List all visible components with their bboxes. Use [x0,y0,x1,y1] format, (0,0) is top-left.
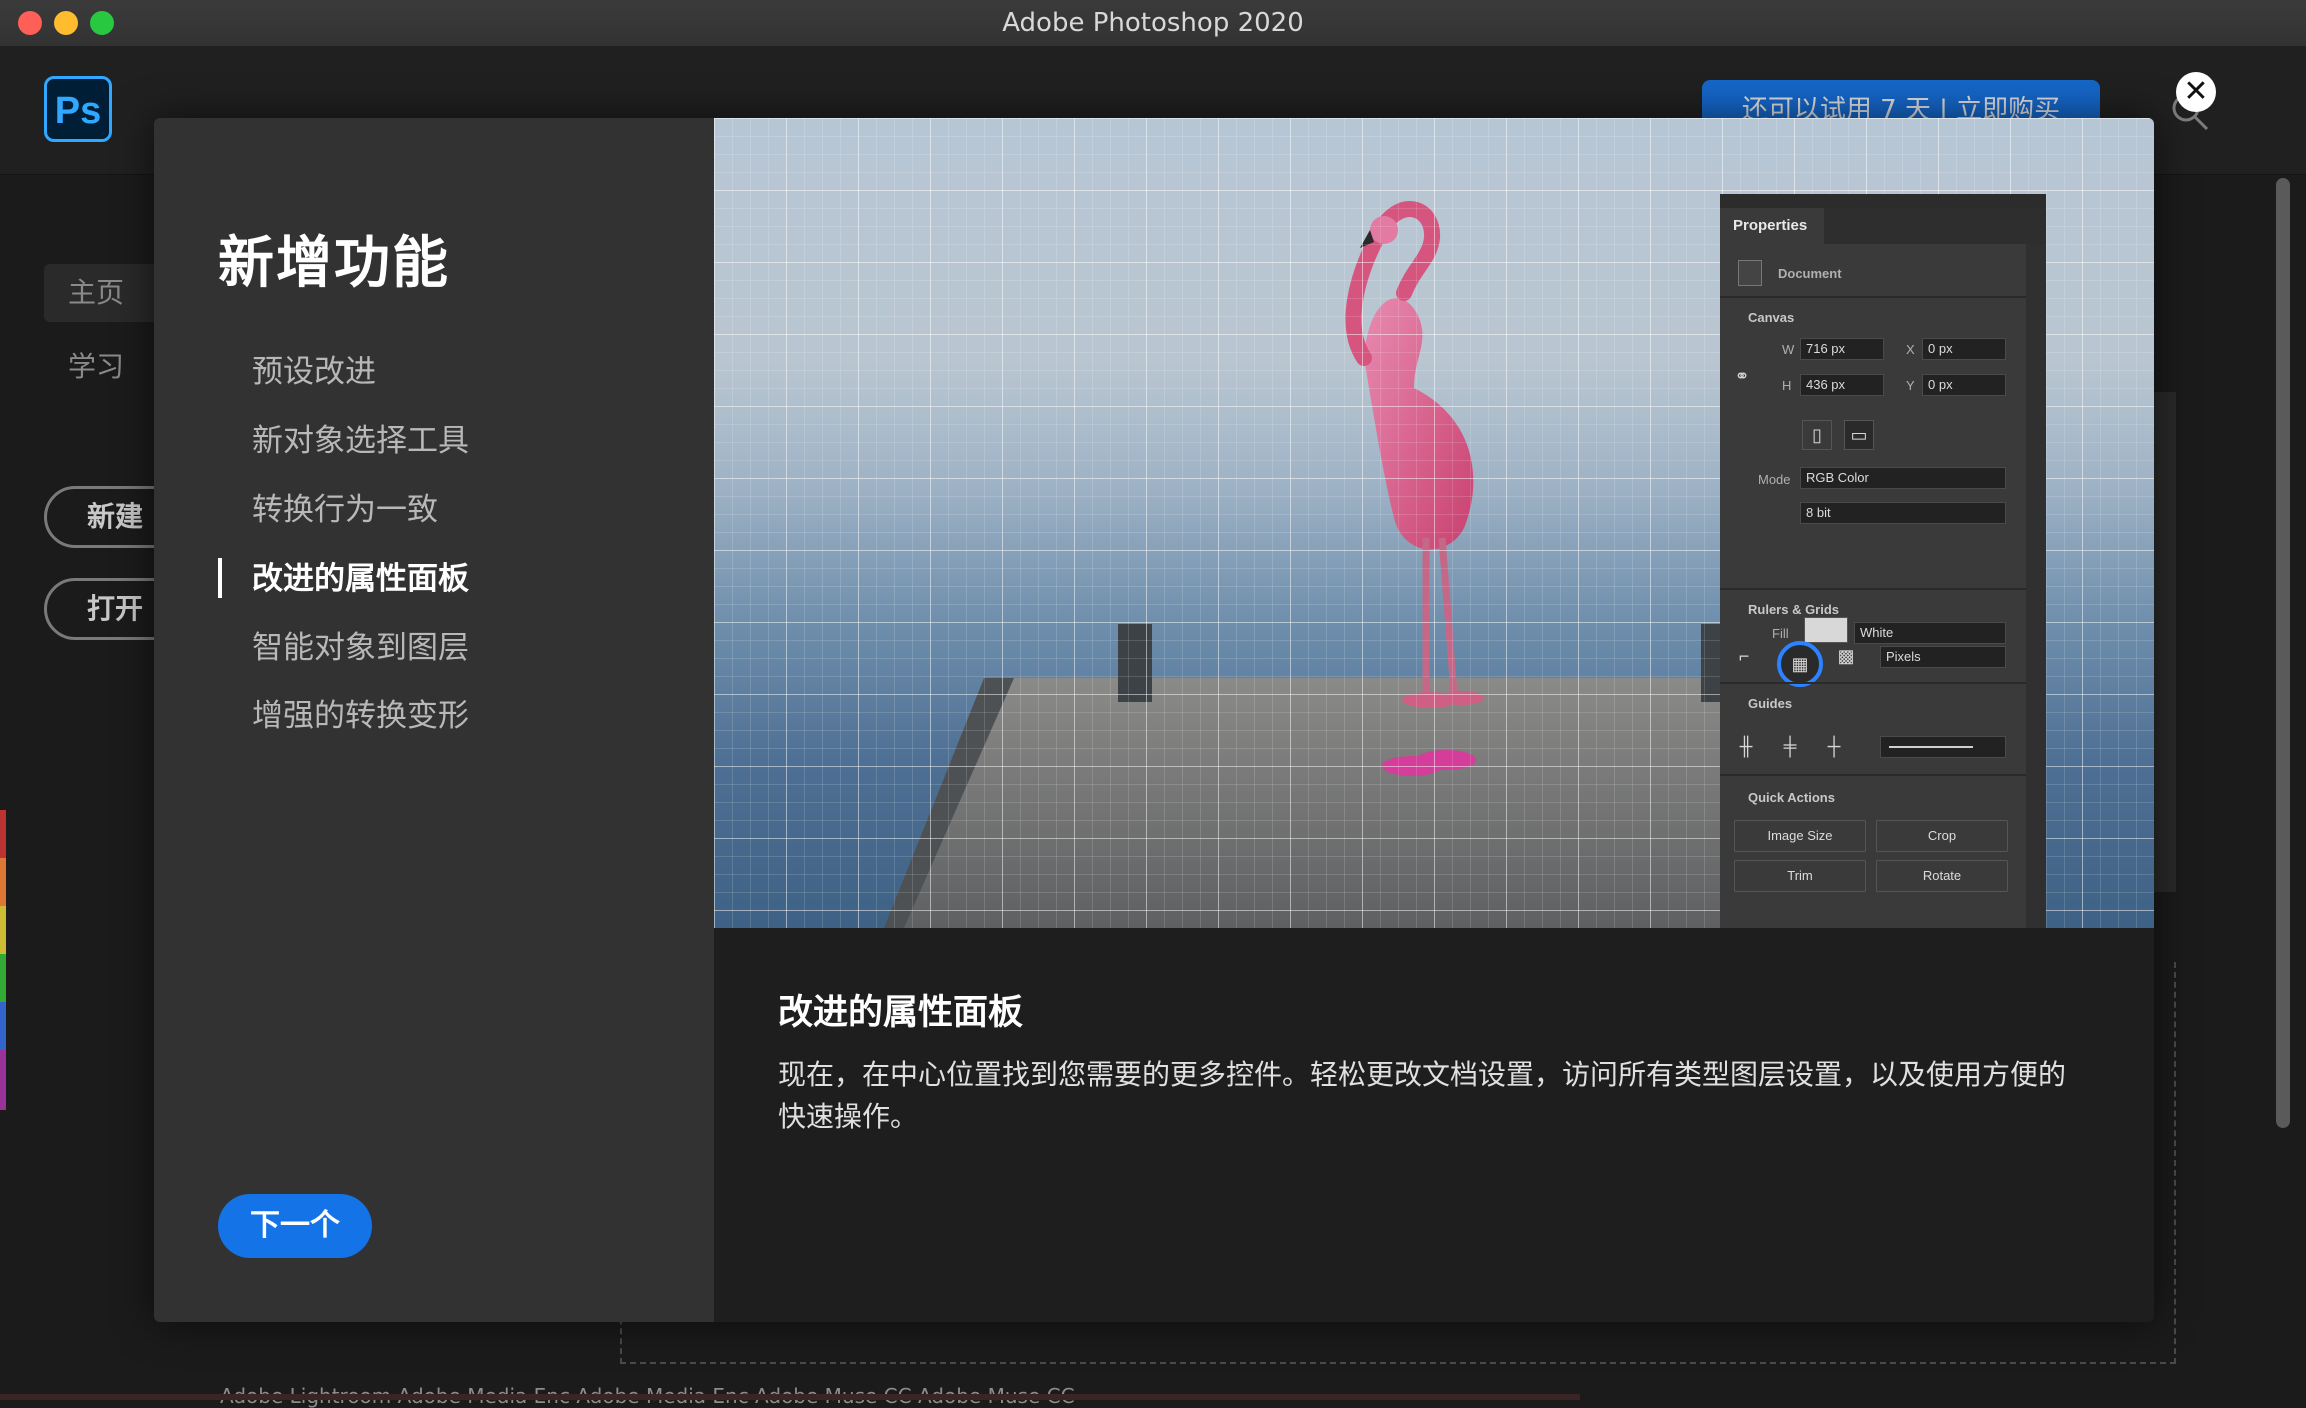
rotate-button: Rotate [1876,860,2008,892]
fill-select: White [1854,622,2006,644]
x-field: 0 px [1922,338,2006,360]
sidebar-item-learn[interactable]: 学习 [44,338,164,396]
guide-style-select [1880,736,2006,758]
next-button[interactable]: 下一个 [218,1194,372,1258]
guide-layout-icon: ┼ [1827,736,1841,756]
footer-strip [0,1394,1580,1400]
feature-item-object-selection[interactable]: 新对象选择工具 [252,415,469,460]
link-icon: ⚭ [1734,366,1750,386]
properties-panel-preview: Properties Document Canvas ⚭ W 716 px X … [1720,194,2046,928]
feature-item-properties-panel[interactable]: 改进的属性面板 [252,553,469,598]
portrait-icon: ▯ [1802,420,1832,450]
active-feature-indicator [218,558,222,598]
color-strip [0,810,6,1110]
quick-actions-heading: Quick Actions [1748,790,1835,805]
feature-detail-description: 现在，在中心位置找到您需要的更多控件。轻松更改文档设置，访问所有类型图层设置，以… [778,1058,2067,1133]
panel-tab-bar: Properties [1720,208,2046,244]
background-panel [2154,392,2176,892]
guide-lock-icon: ╪ [1783,736,1797,756]
y-label: Y [1906,378,1915,393]
guide-icon: ╫ [1739,736,1753,756]
close-dialog-icon[interactable]: ✕ [2176,72,2216,112]
height-field: 436 px [1800,374,1884,396]
feature-item-warp[interactable]: 增强的转换变形 [252,690,469,735]
feature-preview-image: Properties Document Canvas ⚭ W 716 px X … [714,118,2154,928]
canvas-heading: Canvas [1748,310,1795,325]
feature-item-presets[interactable]: 预设改进 [252,346,376,391]
feature-item-transform[interactable]: 转换行为一致 [252,484,438,529]
guides-heading: Guides [1748,696,1793,711]
landscape-icon: ▭ [1844,420,1874,450]
feature-detail-title: 改进的属性面板 [778,993,1024,1033]
divider [1720,774,2026,776]
scrollbar[interactable] [2276,178,2290,1128]
width-field: 716 px [1800,338,1884,360]
y-field: 0 px [1922,374,2006,396]
dialog-title: 新增功能 [218,231,450,296]
pixel-grid-icon: ▩ [1837,646,1855,666]
fill-label: Fill [1772,626,1789,641]
image-size-button: Image Size [1734,820,1866,852]
width-label: W [1782,342,1795,357]
document-label: Document [1778,266,1842,281]
whats-new-dialog: 新增功能 预设改进 新对象选择工具 转换行为一致 改进的属性面板 智能对象到图层… [154,118,2154,1322]
bit-depth-select: 8 bit [1800,502,2006,524]
fill-swatch [1804,617,1848,643]
divider [1720,588,2026,590]
feature-list-pane: 新增功能 预设改进 新对象选择工具 转换行为一致 改进的属性面板 智能对象到图层… [154,118,714,1322]
trim-button: Trim [1734,860,1866,892]
photoshop-logo: Ps [44,76,112,142]
document-icon [1738,260,1762,286]
rulers-grids-heading: Rulers & Grids [1748,602,1840,617]
window-title: Adobe Photoshop 2020 [1002,8,1304,38]
units-select: Pixels [1880,646,2006,668]
x-label: X [1906,342,1915,357]
grid-glyph-icon: ▦ [1791,654,1809,674]
title-bar: Adobe Photoshop 2020 [0,0,2306,47]
divider [1720,682,2026,684]
mode-select: RGB Color [1800,467,2006,489]
sidebar-item-home[interactable]: 主页 [44,264,164,322]
feature-item-smart-object[interactable]: 智能对象到图层 [252,622,469,667]
feature-detail-pane: Properties Document Canvas ⚭ W 716 px X … [714,118,2154,1322]
ruler-icon: ⌐ [1738,646,1750,666]
crop-button: Crop [1876,820,2008,852]
height-label: H [1782,378,1792,393]
mode-label: Mode [1758,472,1791,487]
panel-top-bar [1720,194,2046,208]
panel-scrollbar [2026,244,2046,928]
divider [1720,296,2026,298]
tab-properties: Properties [1720,208,1824,244]
